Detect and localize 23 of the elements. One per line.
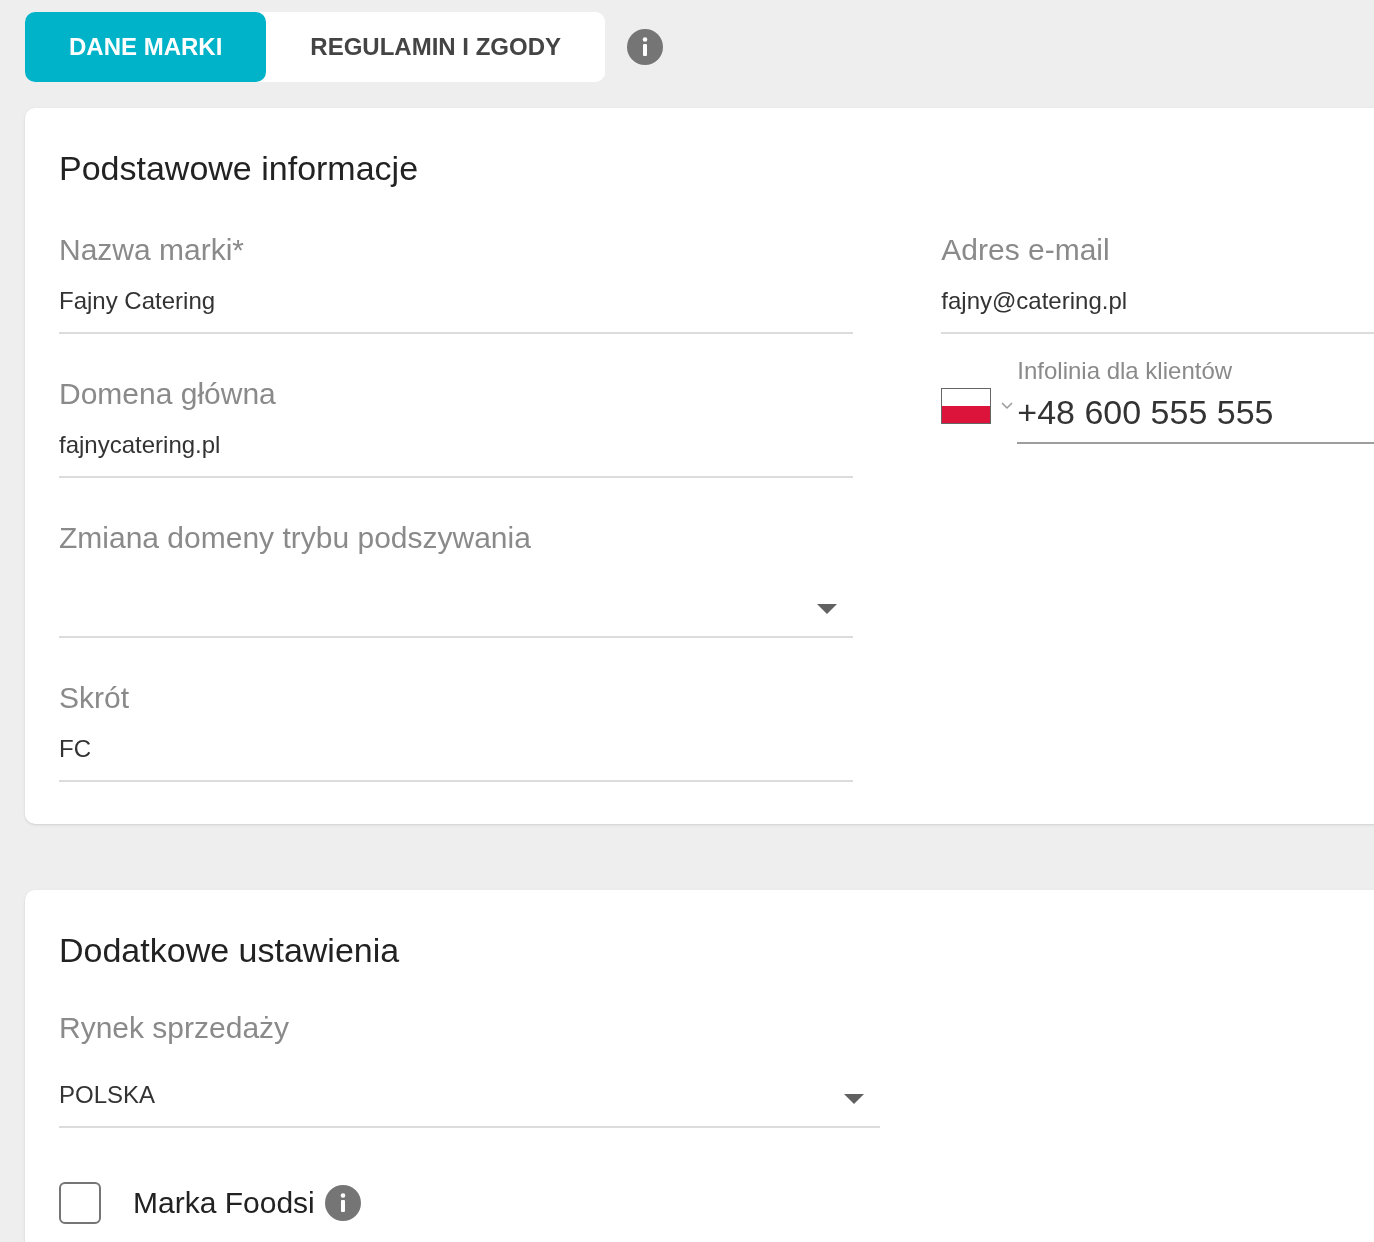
field-label: Skrót xyxy=(59,680,131,716)
checkbox[interactable] xyxy=(59,1181,101,1224)
input-field[interactable]: Fajny Catering xyxy=(59,286,854,334)
field-label: Nazwa marki* xyxy=(59,232,246,268)
chevron-icon xyxy=(1001,402,1014,410)
info-icon[interactable] xyxy=(627,29,663,65)
field-label: Zmiana domeny trybu podszywania xyxy=(59,520,532,556)
section-title: Podstawowe informacje xyxy=(59,148,420,188)
input-field[interactable]: fajnycatering.pl xyxy=(59,430,854,478)
input-field[interactable]: fajny@catering.pl xyxy=(941,286,1374,334)
caret-icon xyxy=(844,1094,864,1104)
flag-icon xyxy=(941,388,992,424)
field-label: Infolinia dla klientów xyxy=(1017,356,1234,386)
input-field[interactable]: FC xyxy=(59,734,854,782)
dropdown-field[interactable]: POLSKA xyxy=(59,1064,880,1128)
field-label: Domena główna xyxy=(59,376,277,412)
section-title: Dodatkowe ustawienia xyxy=(59,930,401,970)
field-label: Adres e-mail xyxy=(941,232,1111,268)
phone-input[interactable]: +48 600 555 555 xyxy=(1017,392,1374,444)
caret-icon xyxy=(817,604,838,614)
checkbox-label: Marka Foodsi xyxy=(133,1185,315,1221)
info-icon[interactable] xyxy=(324,1184,361,1221)
field-label: Rynek sprzedaży xyxy=(59,1010,291,1046)
